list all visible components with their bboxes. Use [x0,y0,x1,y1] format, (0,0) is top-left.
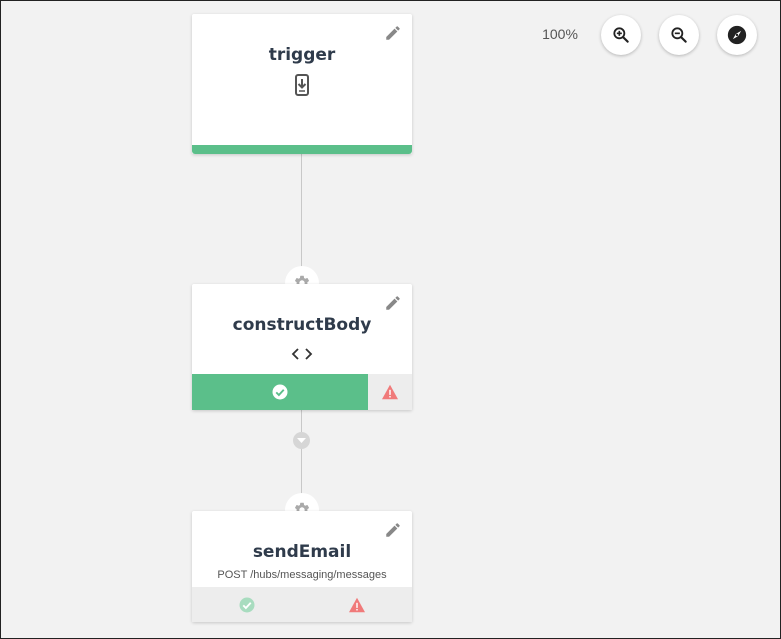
warning-status[interactable] [302,587,412,622]
constructBody-node[interactable]: constructBody [192,284,412,410]
pencil-icon[interactable] [384,294,402,312]
zoom-out-icon [671,27,687,43]
zoom-out-button[interactable] [659,15,699,55]
connector-line [301,448,302,496]
pencil-icon[interactable] [384,521,402,539]
status-bar [192,587,412,622]
fit-view-button[interactable] [717,15,757,55]
mobile-download-icon [192,74,412,96]
connector-line [301,410,302,432]
code-icon [192,347,412,361]
zoom-in-icon [613,27,629,43]
status-bar [192,145,412,154]
sendEmail-node[interactable]: sendEmail POST /hubs/messaging/messages [192,511,412,622]
collapse-toggle[interactable] [293,432,310,449]
zoom-level: 100% [542,26,578,42]
success-status[interactable] [192,374,368,410]
trigger-node[interactable]: trigger [192,14,412,154]
chevron-down-icon [297,437,306,443]
status-bar [192,374,412,410]
compass-icon [727,25,747,45]
warning-status[interactable] [368,374,412,410]
node-subtitle: POST /hubs/messaging/messages [217,569,387,581]
pencil-icon[interactable] [384,24,402,42]
success-status[interactable] [192,587,302,622]
check-circle-icon [239,597,255,612]
node-title: constructBody [232,315,372,335]
warning-icon [349,597,365,612]
warning-icon [382,384,398,400]
zoom-in-button[interactable] [601,15,641,55]
connector-line [301,154,302,270]
node-title: trigger [268,45,336,65]
check-circle-icon [272,384,288,400]
node-title: sendEmail [252,542,352,562]
